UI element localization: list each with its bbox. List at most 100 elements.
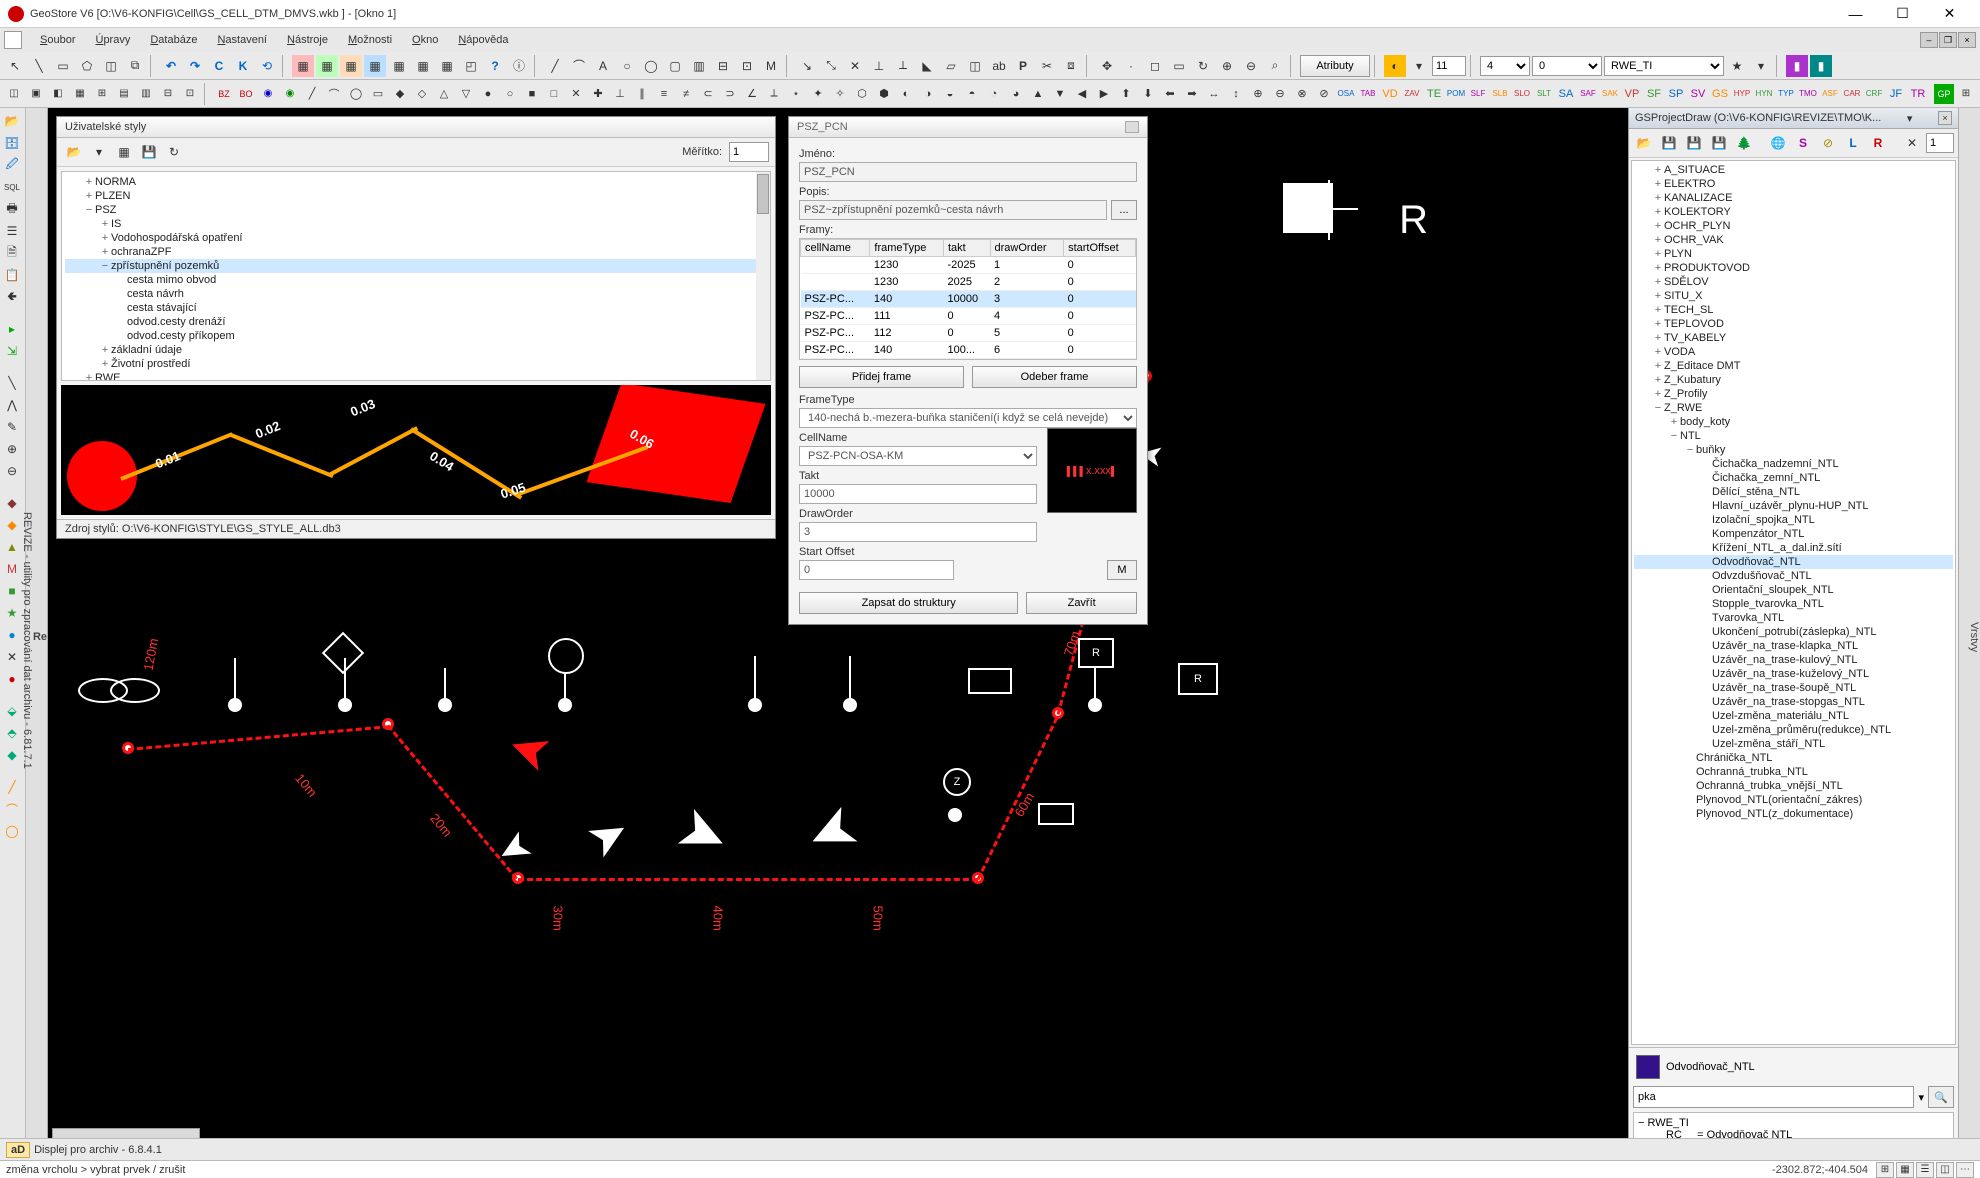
pp-open-icon[interactable]: 📂 [1633, 132, 1655, 154]
t2-tool-58[interactable]: SAF [1578, 84, 1598, 104]
tool-line-icon[interactable]: ╲ [28, 55, 50, 77]
t2-tool-12[interactable]: ✕ [566, 84, 586, 104]
proj-tree-item[interactable]: Hlavní_uzávěr_plynu-HUP_NTL [1634, 499, 1953, 513]
t2-tool-43[interactable]: ⊕ [1248, 84, 1268, 104]
ls-e3-icon[interactable]: ✎ [2, 417, 22, 437]
draworder-input[interactable] [799, 522, 1037, 542]
ls-c2-icon[interactable]: ◆ [2, 515, 22, 535]
cellname-select[interactable]: PSZ-PCN-OSA-KM [799, 446, 1037, 466]
snap-a-icon[interactable]: ↘ [796, 55, 818, 77]
ls-p1-icon[interactable]: ⬙ [2, 701, 22, 721]
draw-line-icon[interactable]: ╱ [544, 55, 566, 77]
t2-i[interactable]: ⊡ [180, 84, 200, 104]
t2-tool-51[interactable]: TE [1424, 84, 1444, 104]
grid-row[interactable]: PSZ-PC...112050 [801, 325, 1136, 342]
proj-tree-item[interactable]: Ochranná_trubka_NTL [1634, 765, 1953, 779]
proj-tree-item[interactable]: Tvarovka_NTL [1634, 611, 1953, 625]
ls-c5-icon[interactable]: ■ [2, 581, 22, 601]
grid-b-icon[interactable]: ▦ [316, 55, 338, 77]
ls-t2-icon[interactable]: ⇲ [2, 341, 22, 361]
ls-db-icon[interactable]: 🗄 [2, 133, 22, 153]
ls-p3-icon[interactable]: ◆ [2, 745, 22, 765]
project-search-button[interactable]: 🔍 [1928, 1086, 1954, 1108]
ls-open-icon[interactable]: 📂 [2, 111, 22, 131]
proj-tree-item[interactable]: +Z_Kubatury [1634, 373, 1953, 387]
t2-tool-5[interactable]: ◇ [412, 84, 432, 104]
style-tree-item[interactable]: +Životní prostředí [65, 357, 767, 371]
ls-e5-icon[interactable]: ⊖ [2, 461, 22, 481]
t2-tool-48[interactable]: TAB [1358, 84, 1378, 104]
t2-bo[interactable]: BO [236, 84, 256, 104]
style-tree-item[interactable]: cesta mimo obvod [65, 273, 767, 287]
t2-tool-39[interactable]: ⬅ [1160, 84, 1180, 104]
proj-tree-item[interactable]: −Z_RWE [1634, 401, 1953, 415]
grid-e-icon[interactable]: ▦ [388, 55, 410, 77]
snap-h-icon[interactable]: ◫ [964, 55, 986, 77]
point-icon[interactable]: · [1120, 55, 1142, 77]
proj-tree-item[interactable]: +KANALIZACE [1634, 191, 1953, 205]
redo2-icon[interactable]: K [232, 55, 254, 77]
t2-tool-19[interactable]: ⊃ [720, 84, 740, 104]
t2-h[interactable]: ⊟ [158, 84, 178, 104]
fitrect-icon[interactable]: ◻ [1144, 55, 1166, 77]
mdi-minimize[interactable]: – [1920, 32, 1938, 48]
m-button[interactable]: M [1107, 560, 1137, 580]
ls-e2-icon[interactable]: ⋀ [2, 395, 22, 415]
cb-snap-icon[interactable]: ▦ [1896, 1162, 1914, 1178]
proj-tree-item[interactable]: Uzávěr_na_trase-stopgas_NTL [1634, 695, 1953, 709]
palette-icon[interactable]: ◐ [1384, 55, 1406, 77]
styles-tree[interactable]: +NORMA+PLZEN−PSZ+IS+Vodohospodářská opat… [61, 171, 771, 381]
t2-tool-52[interactable]: POM [1446, 84, 1466, 104]
join-icon[interactable]: ⧈ [1060, 55, 1082, 77]
t2-tool-26[interactable]: ⬢ [874, 84, 894, 104]
projpanel-close-icon[interactable]: × [1938, 111, 1952, 125]
t2-7[interactable]: ◉ [280, 84, 300, 104]
t2-tool-63[interactable]: SV [1688, 84, 1708, 104]
frame-icon[interactable]: ▭ [1168, 55, 1190, 77]
snap-g-icon[interactable]: ▱ [940, 55, 962, 77]
pp-save3-icon[interactable]: 💾 [1708, 132, 1730, 154]
p-icon[interactable]: P [1012, 55, 1034, 77]
pan-icon[interactable]: ⌕ [1264, 55, 1286, 77]
ls-e1-icon[interactable]: ╲ [2, 373, 22, 393]
t2-6[interactable]: ◉ [258, 84, 278, 104]
proj-tree-item[interactable]: +VODA [1634, 345, 1953, 359]
draw-box-icon[interactable]: ▢ [664, 55, 686, 77]
t2-tool-69[interactable]: ASF [1820, 84, 1840, 104]
proj-tree-item[interactable]: Ochranná_trubka_vnější_NTL [1634, 779, 1953, 793]
t2-tool-60[interactable]: VP [1622, 84, 1642, 104]
t2-tool-22[interactable]: ⋆ [786, 84, 806, 104]
t2-tool-17[interactable]: ≠ [676, 84, 696, 104]
ls-c7-icon[interactable]: ● [2, 625, 22, 645]
ls-c4-icon[interactable]: M [2, 559, 22, 579]
grid-row[interactable]: PSZ-PC...111040 [801, 308, 1136, 325]
t2-g[interactable]: ▥ [136, 84, 156, 104]
style-tree-item[interactable]: −zpřístupnění pozemků [65, 259, 767, 273]
pp-r-icon[interactable]: R [1867, 132, 1889, 154]
close-dialog-button[interactable]: Zavřít [1026, 592, 1137, 614]
t2-f[interactable]: ▤ [114, 84, 134, 104]
style-tree-item[interactable]: +NORMA [65, 175, 767, 189]
star-icon[interactable]: ★ [1726, 55, 1748, 77]
menu-nástroje[interactable]: Nástroje [277, 31, 338, 49]
cb-split-icon[interactable]: ◫ [1936, 1162, 1954, 1178]
t2-tool-35[interactable]: ◀ [1072, 84, 1092, 104]
proj-tree-item[interactable]: Odvodňovač_NTL [1634, 555, 1953, 569]
t2-tool-61[interactable]: SF [1644, 84, 1664, 104]
grid-row[interactable]: PSZ-PC...140100...60 [801, 342, 1136, 359]
t2-tool-42[interactable]: ↕ [1226, 84, 1246, 104]
grid-row[interactable]: 1230-202510 [801, 257, 1136, 274]
select-icon[interactable]: ◰ [460, 55, 482, 77]
dropdown-icon[interactable]: ▾ [1408, 55, 1430, 77]
cb-more-icon[interactable]: ⋯ [1956, 1162, 1974, 1178]
cb-grid-icon[interactable]: ⊞ [1876, 1162, 1894, 1178]
mdi-close[interactable]: × [1958, 32, 1976, 48]
proj-tree-item[interactable]: Uzávěr_na_trase-klapka_NTL [1634, 639, 1953, 653]
snap-e-icon[interactable]: ⟂ [892, 55, 914, 77]
t2-tool-47[interactable]: OSA [1336, 84, 1356, 104]
proj-tree-item[interactable]: −buňky [1634, 443, 1953, 457]
style-tree-item[interactable]: odvod.cesty příkopem [65, 329, 767, 343]
t2-tool-28[interactable]: ◑ [918, 84, 938, 104]
grid-row[interactable]: 1230202520 [801, 274, 1136, 291]
t2-tool-62[interactable]: SP [1666, 84, 1686, 104]
